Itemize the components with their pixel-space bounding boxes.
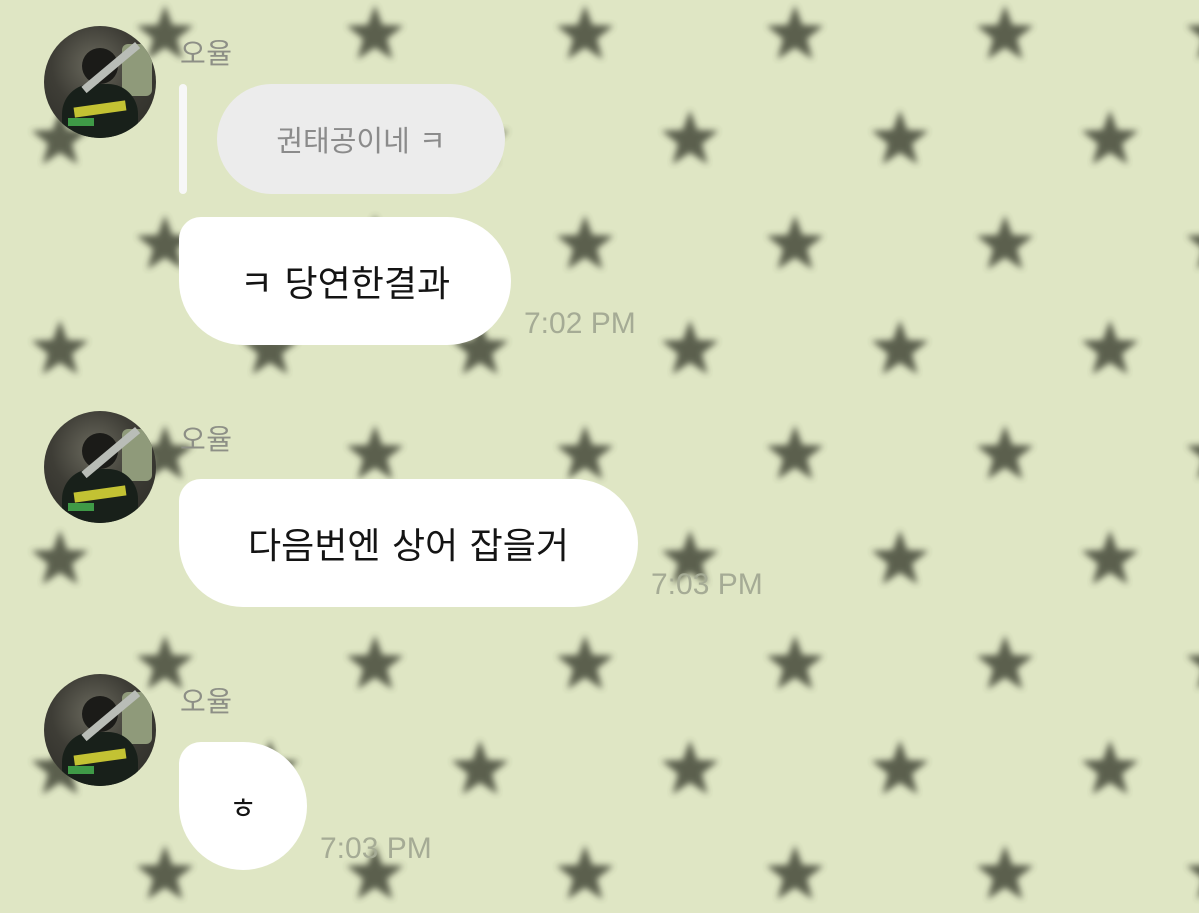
star-icon: [871, 320, 929, 375]
star-icon: [1186, 655, 1199, 690]
avatar[interactable]: [44, 26, 156, 138]
message-bubble[interactable]: ㅎ: [179, 742, 307, 870]
star-icon: [766, 425, 824, 480]
message-timestamp: 7:02 PM: [524, 307, 636, 340]
star-icon: [1186, 865, 1199, 900]
star-icon: [661, 110, 719, 165]
sender-name: 오율: [180, 37, 233, 70]
star-icon: [1081, 320, 1139, 375]
star-icon: [556, 845, 614, 900]
star-icon: [871, 530, 929, 585]
star-icon: [556, 5, 614, 60]
star-icon: [1186, 25, 1199, 60]
star-icon: [661, 320, 719, 375]
star-icon: [976, 215, 1034, 270]
star-icon: [766, 215, 824, 270]
reply-indicator-bar: [179, 84, 187, 194]
star-icon: [1081, 740, 1139, 795]
avatar[interactable]: [44, 674, 156, 786]
sender-name: 오율: [180, 685, 233, 718]
message-bubble[interactable]: ㅋ 당연한결과: [179, 217, 511, 345]
star-icon: [1081, 110, 1139, 165]
message-timestamp: 7:03 PM: [320, 832, 432, 865]
sender-name: 오율: [180, 423, 233, 456]
star-icon: [31, 530, 89, 585]
star-icon: [1081, 530, 1139, 585]
star-icon: [871, 740, 929, 795]
star-icon: [136, 845, 194, 900]
message-timestamp: 7:03 PM: [651, 568, 763, 601]
star-icon: [976, 635, 1034, 690]
star-icon: [976, 5, 1034, 60]
star-icon: [556, 425, 614, 480]
star-icon: [976, 845, 1034, 900]
message-bubble[interactable]: 다음번엔 상어 잡을거: [179, 479, 638, 607]
star-icon: [346, 425, 404, 480]
star-icon: [451, 740, 509, 795]
star-icon: [766, 635, 824, 690]
star-icon: [976, 425, 1034, 480]
star-icon: [31, 320, 89, 375]
star-icon: [661, 740, 719, 795]
star-icon: [556, 215, 614, 270]
star-icon: [871, 110, 929, 165]
star-icon: [1186, 445, 1199, 480]
star-icon: [346, 635, 404, 690]
star-icon: [556, 635, 614, 690]
star-icon: [766, 845, 824, 900]
star-icon: [766, 5, 824, 60]
reply-quote-bubble[interactable]: 권태공이네 ㅋ: [217, 84, 505, 194]
star-icon: [346, 5, 404, 60]
star-icon: [1186, 235, 1199, 270]
avatar[interactable]: [44, 411, 156, 523]
